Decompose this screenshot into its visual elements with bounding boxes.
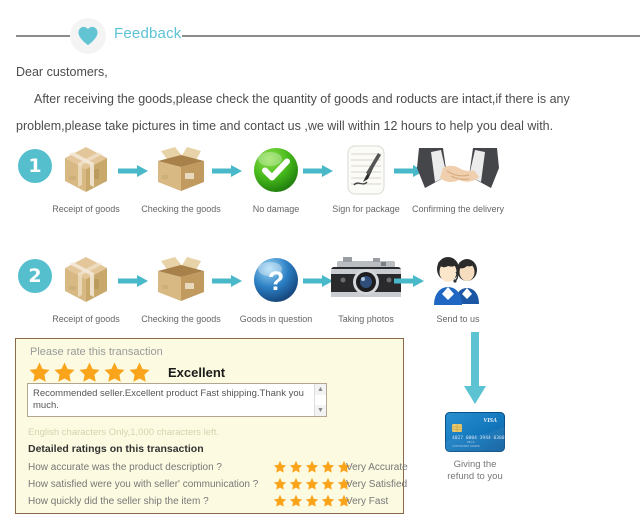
step-node-caption: Send to us — [436, 314, 480, 324]
feedback-comment-textarea[interactable]: Recommended seller.Excellent product Fas… — [27, 383, 327, 417]
scroll-down-icon[interactable]: ▼ — [315, 405, 326, 416]
page-title: Feedback — [114, 25, 182, 42]
star-icon — [289, 494, 303, 507]
detailed-rating-row: How quickly did the seller ship the item… — [28, 494, 398, 511]
section-header: Feedback — [0, 18, 640, 54]
rating-question: How quickly did the seller ship the item… — [28, 496, 209, 507]
process-row-2: 2 Receipt of goods Checking the goods ? … — [0, 252, 640, 342]
star-icon — [321, 477, 335, 490]
star-icon — [289, 460, 303, 473]
step-node-caption: Receipt of goods — [52, 204, 120, 214]
step-node-caption: Taking photos — [338, 314, 394, 324]
star-icon — [273, 494, 287, 507]
step-node-checking-the-goods: Checking the goods — [133, 142, 229, 214]
star-icon — [54, 362, 75, 382]
step-node-caption: Checking the goods — [141, 314, 221, 324]
rating-stars[interactable] — [273, 460, 351, 474]
star-icon — [104, 362, 125, 382]
star-icon — [273, 460, 287, 473]
heart-icon — [78, 26, 98, 46]
rating-question: How accurate was the product description… — [28, 462, 222, 473]
star-icon — [273, 477, 287, 490]
scroll-up-icon[interactable]: ▲ — [315, 384, 326, 395]
step-node-goods-in-question: ? Goods in question — [228, 252, 324, 324]
star-icon — [129, 362, 150, 382]
visa-wordmark: VISA — [483, 418, 497, 424]
star-icon — [321, 460, 335, 473]
star-icon — [305, 477, 319, 490]
header-rule-right — [182, 35, 640, 37]
step-node-caption: Receipt of goods — [52, 314, 120, 324]
star-icon — [321, 494, 335, 507]
star-icon — [29, 362, 50, 382]
svg-text:?: ? — [268, 266, 285, 296]
intro-text: Dear customers, After receiving the good… — [16, 64, 616, 145]
svg-text:08/16: 08/16 — [467, 440, 475, 444]
step-node-send-to-us: Send to us — [410, 252, 506, 324]
feedback-rating-card: Please rate this transaction Excellent R… — [15, 338, 408, 514]
svg-text:AUTHORISED SIGNER: AUTHORISED SIGNER — [452, 444, 480, 448]
step-node-caption: Checking the goods — [141, 204, 221, 214]
step-node-taking-photos: Taking photos — [318, 252, 414, 324]
step-node-confirming-the-delivery: Confirming the delivery — [410, 142, 506, 214]
rating-value: Very Fast — [346, 496, 389, 507]
star-icon — [289, 477, 303, 490]
detailed-rating-row: How accurate was the product description… — [28, 460, 408, 477]
star-icon — [79, 362, 100, 382]
rating-value: Very Satisfied — [346, 479, 408, 490]
refund-caption: Giving the refund to you — [420, 459, 530, 483]
step-node-caption: No damage — [252, 204, 300, 214]
refund-section: VISA 4027 0004 3944 0300 08/16 AUTHORISE… — [420, 332, 530, 483]
star-icon — [305, 494, 319, 507]
step-node-receipt-of-goods-2: Receipt of goods — [38, 252, 134, 324]
down-arrow-icon — [420, 332, 530, 404]
rating-stars[interactable] — [273, 494, 351, 508]
intro-greeting: Dear customers, — [16, 65, 108, 79]
star-icon — [305, 460, 319, 473]
step-node-caption: Goods in question — [239, 314, 313, 324]
character-limit-note: English characters Only,1,000 characters… — [28, 427, 219, 438]
overall-rating-label: Excellent — [168, 365, 226, 380]
rating-stars[interactable] — [273, 477, 351, 491]
step-node-caption: Confirming the delivery — [411, 204, 505, 214]
overall-star-rating[interactable] — [28, 361, 151, 384]
detailed-ratings-list: How accurate was the product description… — [28, 460, 408, 511]
step-node-receipt-of-goods: Receipt of goods — [38, 142, 134, 214]
step-node-sign-for-package: Sign for package — [318, 142, 414, 214]
feedback-comment-text: Recommended seller.Excellent product Fas… — [33, 388, 304, 411]
refund-caption-line-2: refund to you — [447, 471, 503, 482]
step-node-checking-the-goods-2: Checking the goods — [133, 252, 229, 324]
intro-line-1: After receiving the goods,please check t… — [34, 92, 570, 106]
svg-text:4027 0004 3944 0300: 4027 0004 3944 0300 — [452, 435, 505, 441]
textarea-scrollbar[interactable]: ▲ ▼ — [314, 384, 326, 416]
support-agents-icon — [410, 252, 506, 308]
detailed-rating-row: How satisfied were you with seller' comm… — [28, 477, 407, 494]
detailed-ratings-title: Detailed ratings on this transaction — [28, 443, 204, 455]
handshake-icon — [410, 142, 506, 198]
heart-icon-badge — [70, 18, 106, 54]
intro-line-2: problem,please take pictures in time and… — [16, 119, 554, 133]
header-rule-left — [16, 35, 70, 37]
visa-credit-card-icon: VISA 4027 0004 3944 0300 08/16 AUTHORISE… — [420, 412, 530, 452]
process-row-1: 1 Receipt of goods Checking the goods No… — [0, 142, 640, 232]
rating-value: Very Accurate — [346, 462, 408, 473]
rating-question: How satisfied were you with seller' comm… — [28, 479, 259, 490]
rate-prompt: Please rate this transaction — [30, 346, 163, 358]
step-node-no-damage: No damage — [228, 142, 324, 214]
refund-caption-line-1: Giving the — [453, 459, 497, 470]
step-node-caption: Sign for package — [332, 204, 400, 214]
